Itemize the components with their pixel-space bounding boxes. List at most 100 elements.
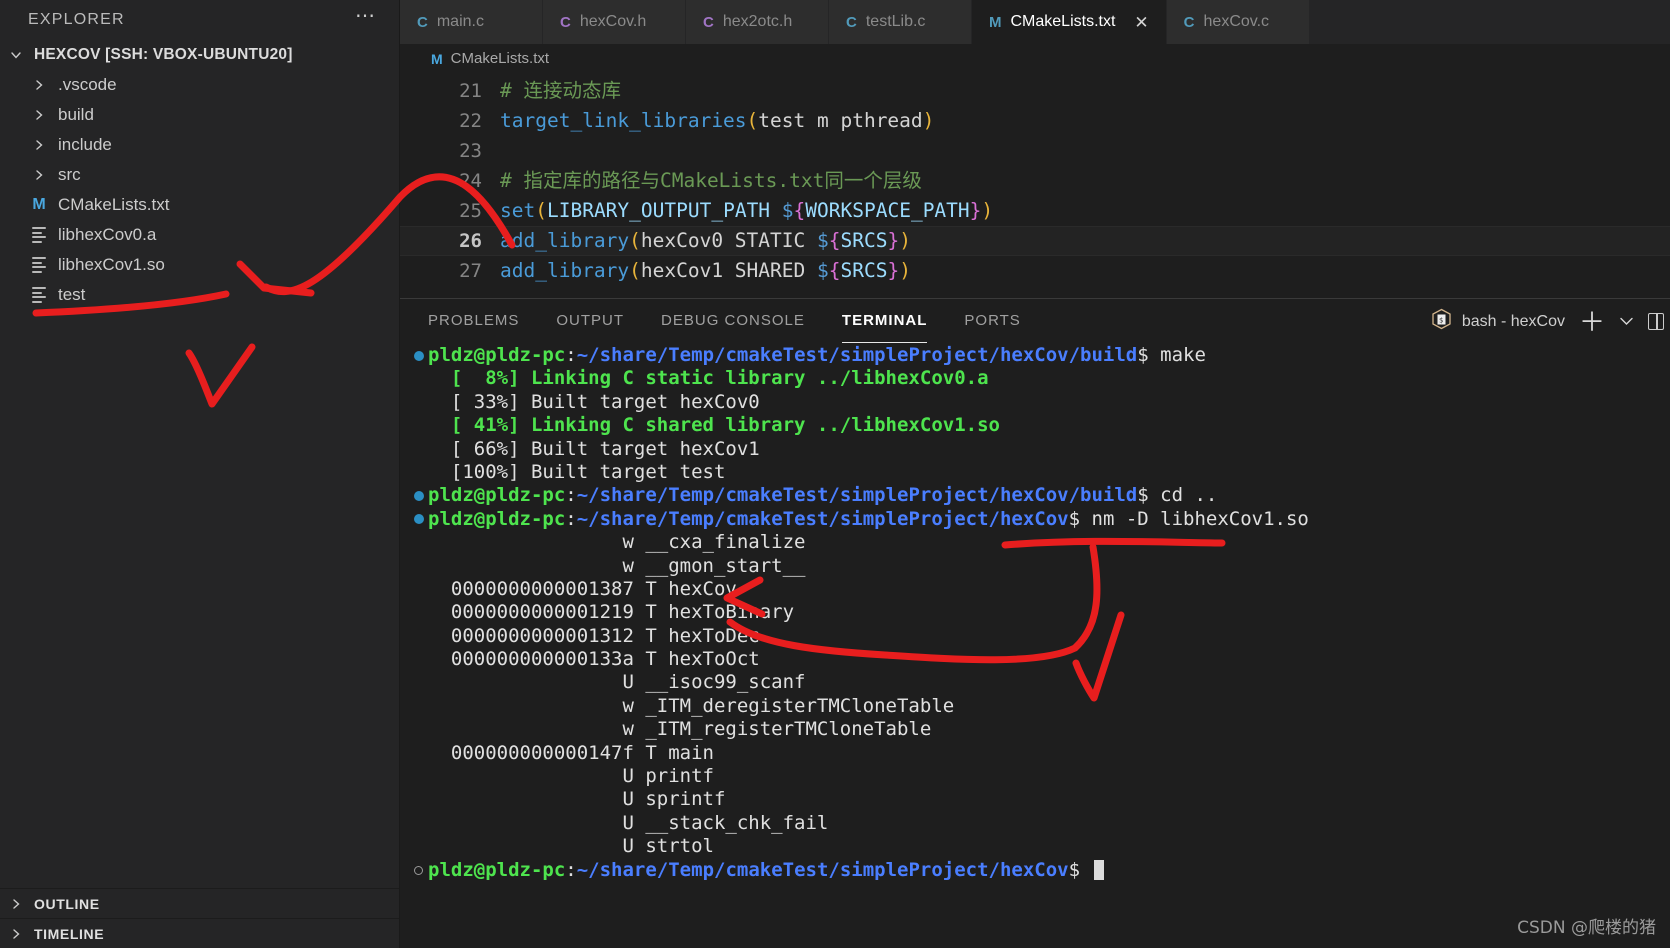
code-token: {: [828, 229, 841, 252]
terminal-segment: ~/share/Temp/cmakeTest/simpleProject/hex…: [576, 484, 1138, 507]
code-token: target_link_libraries: [500, 109, 747, 132]
code-token: add_library: [500, 229, 630, 252]
markdown-m-icon: M: [989, 13, 1002, 31]
chevron-down-icon: [10, 49, 34, 61]
close-icon[interactable]: ✕: [1134, 14, 1148, 31]
panel-tab-problems[interactable]: PROBLEMS: [428, 306, 519, 337]
code-line[interactable]: 27 add_library(hexCov1 SHARED ${SRCS}): [400, 256, 1670, 286]
terminal-segment: 0000000000001312 T hexToDec: [428, 624, 760, 647]
terminal-line: [ 8%] Linking C static library ../libhex…: [409, 367, 1670, 390]
explorer-item-label: CMakeLists.txt: [58, 195, 170, 214]
terminal-selector-label: bash - hexCov: [1461, 312, 1565, 330]
code-token: LIBRARY_OUTPUT_PATH: [546, 199, 782, 222]
chevron-down-icon[interactable]: [1619, 314, 1634, 329]
terminal-line-text: [ 8%] Linking C static library ../libhex…: [428, 367, 989, 390]
code-line[interactable]: 22 target_link_libraries(test m pthread): [400, 106, 1670, 136]
terminal-line: U printf: [409, 765, 1670, 788]
chevron-right-icon: [26, 79, 52, 91]
terminal-selector[interactable]: $ bash - hexCov: [1431, 308, 1565, 335]
c-file-icon: C: [417, 13, 428, 31]
code-line[interactable]: 26 add_library(hexCov0 STATIC ${SRCS}): [400, 226, 1670, 256]
sidebar-section-outline-label: OUTLINE: [34, 895, 100, 912]
c-file-icon: C: [703, 13, 714, 31]
terminal-line-text: [ 41%] Linking C shared library ../libhe…: [428, 414, 1000, 437]
editor-tab-hex2otc-h[interactable]: Chex2otc.h: [686, 0, 829, 44]
terminal-line: pldz@pldz-pc:~/share/Temp/cmakeTest/simp…: [409, 508, 1670, 531]
explorer-item-libhexcov1-so[interactable]: libhexCov1.so: [0, 250, 399, 280]
ellipsis-icon[interactable]: ⋯: [355, 6, 377, 29]
breadcrumb[interactable]: M CMakeLists.txt: [400, 44, 1670, 73]
panel-tab-debug-console[interactable]: DEBUG CONSOLE: [661, 306, 805, 337]
tabbar-filler: [1309, 0, 1670, 44]
editor-tab-hexcov-c[interactable]: ChexCov.c: [1166, 0, 1310, 44]
terminal-segment: ~/share/Temp/cmakeTest/simpleProject/hex…: [576, 344, 1138, 366]
terminal-segment: w _ITM_deregisterTMCloneTable: [428, 694, 955, 717]
code-token: ): [922, 109, 935, 132]
explorer-item-label: libhexCov1.so: [58, 255, 165, 274]
code-token: }: [887, 229, 900, 252]
explorer-root-label: HEXCOV [SSH: VBOX-UBUNTU20]: [34, 46, 293, 63]
code-line[interactable]: 23: [400, 136, 1670, 166]
explorer-item--vscode[interactable]: .vscode: [0, 70, 399, 100]
terminal-segment: pldz@pldz-pc: [428, 507, 566, 530]
command-success-marker-icon: [409, 350, 428, 361]
split-terminal-icon[interactable]: [1648, 313, 1664, 330]
sidebar-section-timeline[interactable]: TIMELINE: [0, 918, 399, 948]
terminal-line: U __stack_chk_fail: [409, 812, 1670, 835]
explorer-root-folder[interactable]: HEXCOV [SSH: VBOX-UBUNTU20]: [0, 40, 399, 70]
chevron-right-icon: [26, 169, 52, 181]
panel-tab-terminal[interactable]: TERMINAL: [841, 306, 928, 343]
terminal-segment: [ 33%] Built target hexCov0: [428, 390, 760, 413]
terminal-segment: ~/share/Temp/cmakeTest/simpleProject/hex…: [576, 507, 1069, 530]
code-token: SRCS: [840, 229, 888, 252]
lines-file-icon: [26, 287, 52, 303]
explorer-item-cmakelists-txt[interactable]: M CMakeLists.txt: [0, 190, 399, 220]
terminal-line: [ 66%] Built target hexCov1: [409, 438, 1670, 461]
editor-tab-testlib-c[interactable]: CtestLib.c: [829, 0, 972, 44]
terminal-segment: pldz@pldz-pc: [428, 344, 566, 366]
sidebar-section-outline[interactable]: OUTLINE: [0, 888, 399, 918]
explorer-item-build[interactable]: build: [0, 100, 399, 130]
plus-icon[interactable]: ＋: [1579, 309, 1605, 335]
c-file-icon: C: [1183, 13, 1195, 31]
code-token: $: [817, 259, 829, 282]
code-line[interactable]: 21 # 连接动态库: [400, 76, 1670, 106]
terminal-line-text: w _ITM_deregisterTMCloneTable: [428, 695, 954, 718]
terminal-segment: :: [565, 507, 577, 530]
explorer-item-include[interactable]: include: [0, 130, 399, 160]
code-line[interactable]: 24 # 指定库的路径与CMakeLists.txt同一个层级: [400, 166, 1670, 196]
terminal-segment: :: [565, 858, 577, 881]
command-success-marker-icon: [409, 514, 428, 525]
terminal-segment: U strtol: [428, 835, 714, 858]
line-number: 27: [459, 260, 482, 282]
command-pending-marker-icon: [409, 865, 428, 875]
terminal-line: 000000000000147f T main: [409, 742, 1670, 765]
explorer-item-libhexcov0-a[interactable]: libhexCov0.a: [0, 220, 399, 250]
code-token: SRCS: [840, 259, 888, 282]
terminal-segment: 000000000000133a T hexToOct: [428, 648, 760, 671]
editor-tab-label: main.c: [436, 13, 484, 30]
code-editor[interactable]: 21 # 连接动态库 22 target_link_libraries(test m …: [400, 73, 1670, 286]
editor-tab-hexcov-h[interactable]: ChexCov.h: [543, 0, 686, 44]
code-token: # 指定库的路径与CMakeLists.txt同一个层级: [500, 169, 922, 192]
terminal-line: 0000000000001312 T hexToDec: [409, 625, 1670, 648]
code-token: {: [828, 259, 841, 282]
explorer-item-test[interactable]: test: [0, 280, 399, 310]
panel-actions: $ bash - hexCov ＋: [1431, 308, 1670, 335]
code-token: $: [781, 199, 794, 222]
c-file-icon: C: [560, 13, 571, 31]
terminal-segment: $: [1068, 858, 1092, 881]
editor-tab-label: hexCov.h: [579, 13, 647, 30]
editor-tab-main-c[interactable]: Cmain.c: [400, 0, 543, 44]
explorer-title: EXPLORER: [28, 11, 125, 28]
panel-tab-ports[interactable]: PORTS: [964, 306, 1020, 337]
terminal-line: 000000000000133a T hexToOct: [409, 648, 1670, 671]
terminal-output[interactable]: pldz@pldz-pc:~/share/Temp/cmakeTest/simp…: [400, 344, 1670, 948]
terminal-line: U __isoc99_scanf: [409, 671, 1670, 694]
terminal-line-text: 000000000000147f T main: [428, 742, 714, 765]
markdown-m-icon: M: [431, 50, 443, 67]
editor-tab-cmakelists-txt[interactable]: M CMakeLists.txt ✕: [972, 0, 1167, 44]
explorer-item-src[interactable]: src: [0, 160, 399, 190]
code-line[interactable]: 25 set(LIBRARY_OUTPUT_PATH ${WORKSPACE_PA…: [400, 196, 1670, 226]
panel-tab-output[interactable]: OUTPUT: [556, 306, 624, 337]
